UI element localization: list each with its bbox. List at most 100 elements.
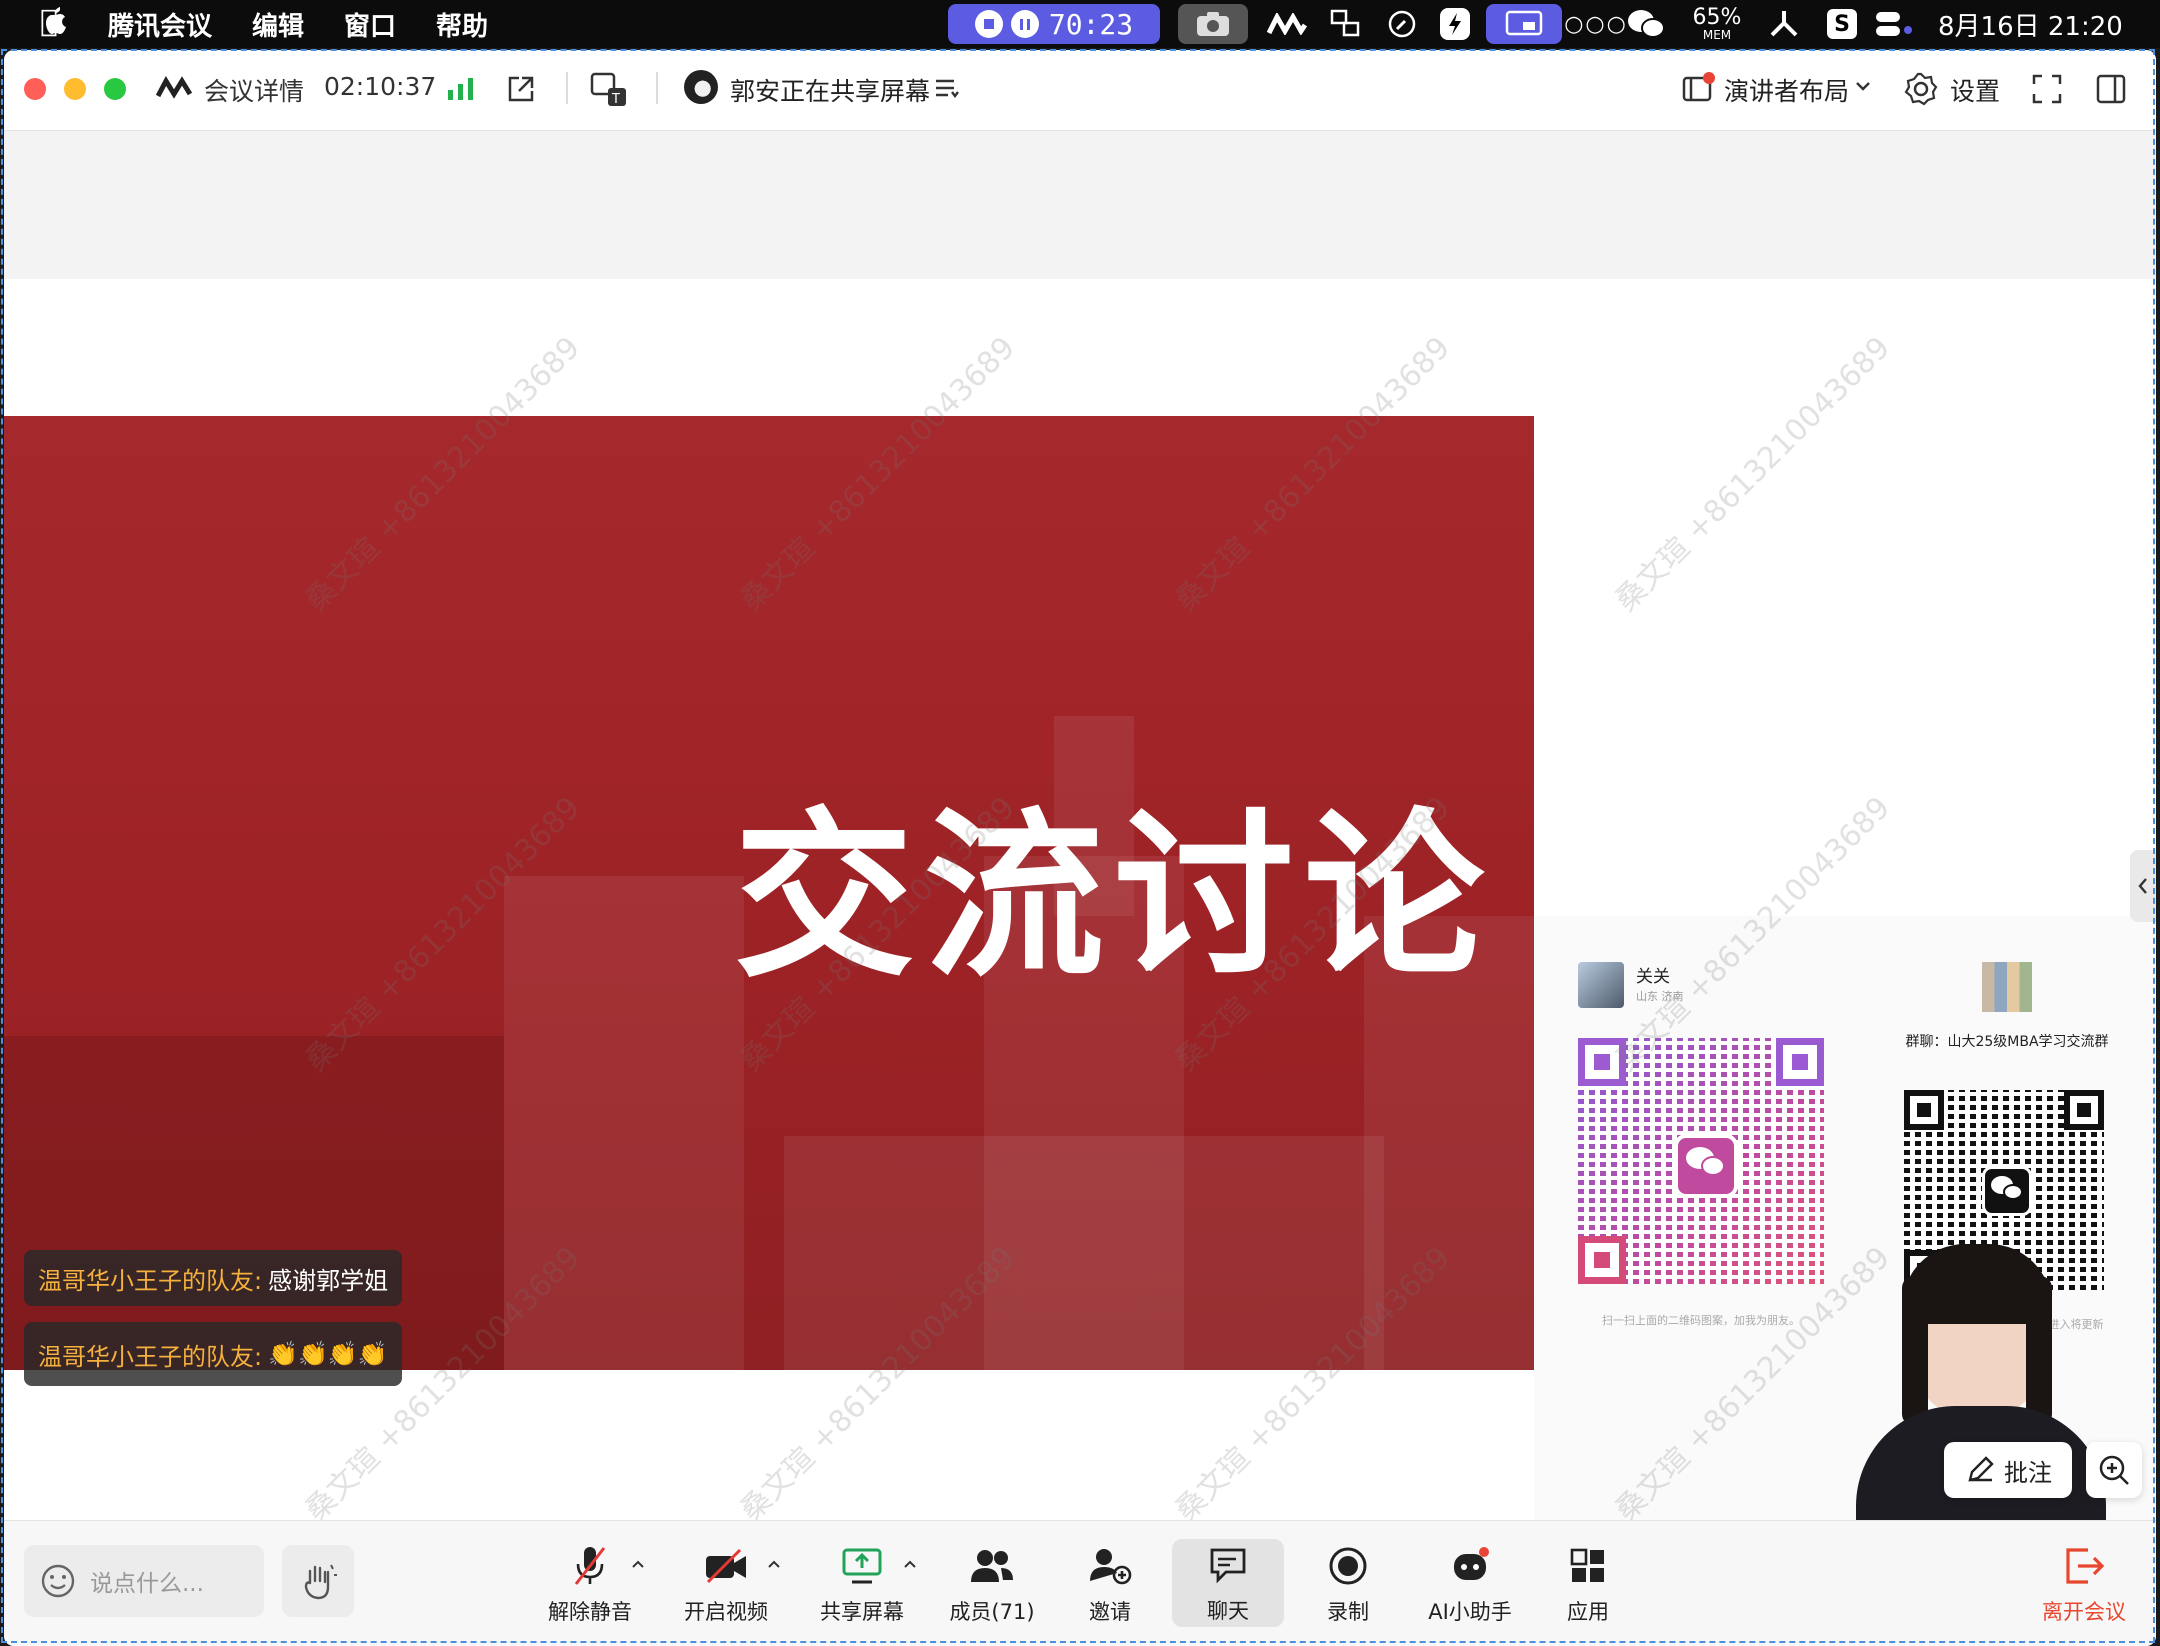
settings-button[interactable]: 设置 — [1950, 72, 2000, 108]
university-name-en: SHANDONG UNIVERSITY — [1822, 566, 2043, 585]
sogou-input-icon[interactable]: S — [1824, 4, 1860, 44]
pause-icon[interactable] — [1010, 10, 1039, 38]
minimize-window-button[interactable] — [64, 78, 86, 100]
meeting-window: 会议详情 02:10:37 T 郭安正在共享屏幕 演讲者布局 设置 1901 山… — [4, 50, 2156, 1646]
leave-meeting-button[interactable]: 离开会议 — [2034, 1521, 2134, 1646]
apps-grid-icon — [1564, 1542, 1612, 1590]
meeting-details-link[interactable]: 会议详情 — [204, 72, 304, 108]
chat-text: 感谢郭学姐 — [268, 1266, 389, 1295]
record-label: 录制 — [1327, 1600, 1369, 1624]
invite-button[interactable]: 邀请 — [1062, 1521, 1158, 1646]
bolt-icon[interactable] — [1438, 4, 1472, 44]
chevron-down-icon[interactable] — [1854, 78, 1872, 97]
seal-year: 1901 — [1742, 555, 1768, 566]
chat-input[interactable]: 说点什么... — [24, 1545, 264, 1617]
screen-share-status-icon[interactable] — [1486, 4, 1562, 44]
compass-icon[interactable] — [1382, 4, 1422, 44]
share-screen-label: 共享屏幕 — [820, 1600, 904, 1624]
recording-timer: 70:23 — [1048, 7, 1134, 41]
datetime[interactable]: 8月16日 21:20 — [1938, 6, 2123, 43]
add-user-icon — [1086, 1542, 1134, 1590]
fan-icon[interactable] — [1764, 4, 1804, 44]
chat-label: 聊天 — [1207, 1599, 1249, 1623]
wechat-icon[interactable] — [1624, 4, 1668, 44]
zoom-in-button[interactable] — [2086, 1442, 2142, 1498]
participants-label: 成员(71) — [949, 1600, 1035, 1624]
memory-percent: 65% — [1692, 5, 1742, 30]
tencent-meeting-icon[interactable] — [1264, 4, 1310, 44]
collapse-panel-button[interactable] — [2130, 850, 2156, 922]
layout-dropdown[interactable]: 演讲者布局 — [1724, 72, 1849, 108]
camera-icon[interactable] — [1178, 4, 1248, 44]
divider — [566, 72, 568, 104]
sharing-options-icon[interactable] — [934, 78, 960, 104]
hand-icon — [304, 1564, 337, 1600]
fullscreen-icon[interactable] — [2032, 74, 2062, 108]
chevron-up-icon[interactable] — [630, 1555, 646, 1574]
record-icon — [1324, 1542, 1372, 1590]
chevron-up-icon[interactable] — [902, 1555, 918, 1574]
shared-screen-top-band — [4, 131, 2156, 279]
menu-item-app[interactable]: 腾讯会议 — [108, 6, 212, 43]
emoji-icon[interactable] — [40, 1563, 76, 1599]
participants-button[interactable]: 成员(71) — [944, 1521, 1040, 1646]
apps-label: 应用 — [1567, 1600, 1609, 1624]
contact-avatar — [1578, 962, 1624, 1008]
mic-muted-icon — [566, 1542, 614, 1590]
macos-menubar:  腾讯会议 编辑 窗口 帮助 70:23 ○○○ 65% MEM S 8月16… — [0, 0, 2160, 48]
memory-indicator[interactable]: 65% MEM — [1686, 4, 1748, 44]
close-window-button[interactable] — [24, 78, 46, 100]
chat-input-placeholder: 说点什么... — [90, 1571, 204, 1597]
title-bar: 会议详情 02:10:37 T 郭安正在共享屏幕 演讲者布局 设置 — [4, 50, 2156, 131]
menu-item-help[interactable]: 帮助 — [436, 6, 488, 43]
ai-assistant-icon — [1446, 1542, 1494, 1590]
chat-message: 温哥华小王子的队友: 👏👏👏👏 — [24, 1322, 402, 1386]
contact-name: 关关 — [1636, 967, 1670, 987]
annotate-label: 批注 — [2004, 1458, 2052, 1487]
menu-item-edit[interactable]: 编辑 — [252, 6, 304, 43]
recording-indicator[interactable]: 70:23 — [948, 4, 1160, 44]
chevron-up-icon[interactable] — [766, 1555, 782, 1574]
chat-sender: 温哥华小王子的队友: — [38, 1342, 263, 1371]
control-center-icon[interactable] — [1872, 4, 1916, 44]
leave-meeting-label: 离开会议 — [2042, 1600, 2126, 1624]
caption-translate-icon[interactable]: T — [590, 72, 630, 112]
sharer-avatar — [684, 70, 718, 104]
camera-off-icon — [702, 1542, 750, 1590]
wechat-icon — [1674, 1134, 1738, 1198]
signal-strength-icon[interactable] — [446, 76, 476, 106]
chat-button[interactable]: 聊天 — [1172, 1539, 1284, 1627]
pencil-icon — [1968, 1456, 1994, 1482]
raise-hand-button[interactable] — [282, 1545, 354, 1617]
participants-icon — [968, 1542, 1016, 1590]
wechat-icon — [1982, 1166, 2032, 1216]
gear-icon[interactable] — [1904, 72, 1938, 110]
share-screen-button[interactable]: 共享屏幕 — [814, 1521, 910, 1646]
start-video-button[interactable]: 开启视频 — [678, 1521, 774, 1646]
more-icon[interactable]: ○○○ — [1564, 4, 1626, 44]
group-name: 群聊：山大25级MBA学习交流群 — [1905, 1034, 2109, 1050]
chevron-left-icon — [2138, 878, 2147, 894]
ai-assistant-button[interactable]: AI小助手 — [1418, 1521, 1522, 1646]
sidebar-toggle-icon[interactable] — [2096, 74, 2126, 108]
record-button[interactable]: 录制 — [1300, 1521, 1396, 1646]
apps-button[interactable]: 应用 — [1540, 1521, 1636, 1646]
layout-icon[interactable] — [1682, 72, 1716, 108]
svg-text:T: T — [611, 92, 620, 107]
chat-sender: 温哥华小王子的队友: — [38, 1266, 263, 1295]
meeting-toolbar: 说点什么... 解除静音 开启视频 共享屏幕 成员(71) 邀请 聊天 录制 A… — [4, 1520, 2156, 1646]
unmute-button[interactable]: 解除静音 — [542, 1521, 638, 1646]
zoom-window-button[interactable] — [104, 78, 126, 100]
annotate-button[interactable]: 批注 — [1944, 1442, 2072, 1498]
exit-icon — [2060, 1542, 2108, 1590]
invite-label: 邀请 — [1089, 1600, 1131, 1624]
screen-mirror-icon[interactable] — [1326, 4, 1366, 44]
stop-icon[interactable] — [974, 10, 1003, 38]
chat-text: 👏👏👏👏 — [268, 1340, 388, 1368]
tencent-meeting-logo-icon — [155, 75, 196, 104]
ai-assistant-label: AI小助手 — [1428, 1600, 1512, 1624]
sharing-status-text: 郭安正在共享屏幕 — [730, 77, 931, 106]
popout-icon[interactable] — [506, 74, 536, 108]
menu-item-window[interactable]: 窗口 — [344, 6, 396, 43]
chat-message: 温哥华小王子的队友: 感谢郭学姐 — [24, 1250, 403, 1306]
